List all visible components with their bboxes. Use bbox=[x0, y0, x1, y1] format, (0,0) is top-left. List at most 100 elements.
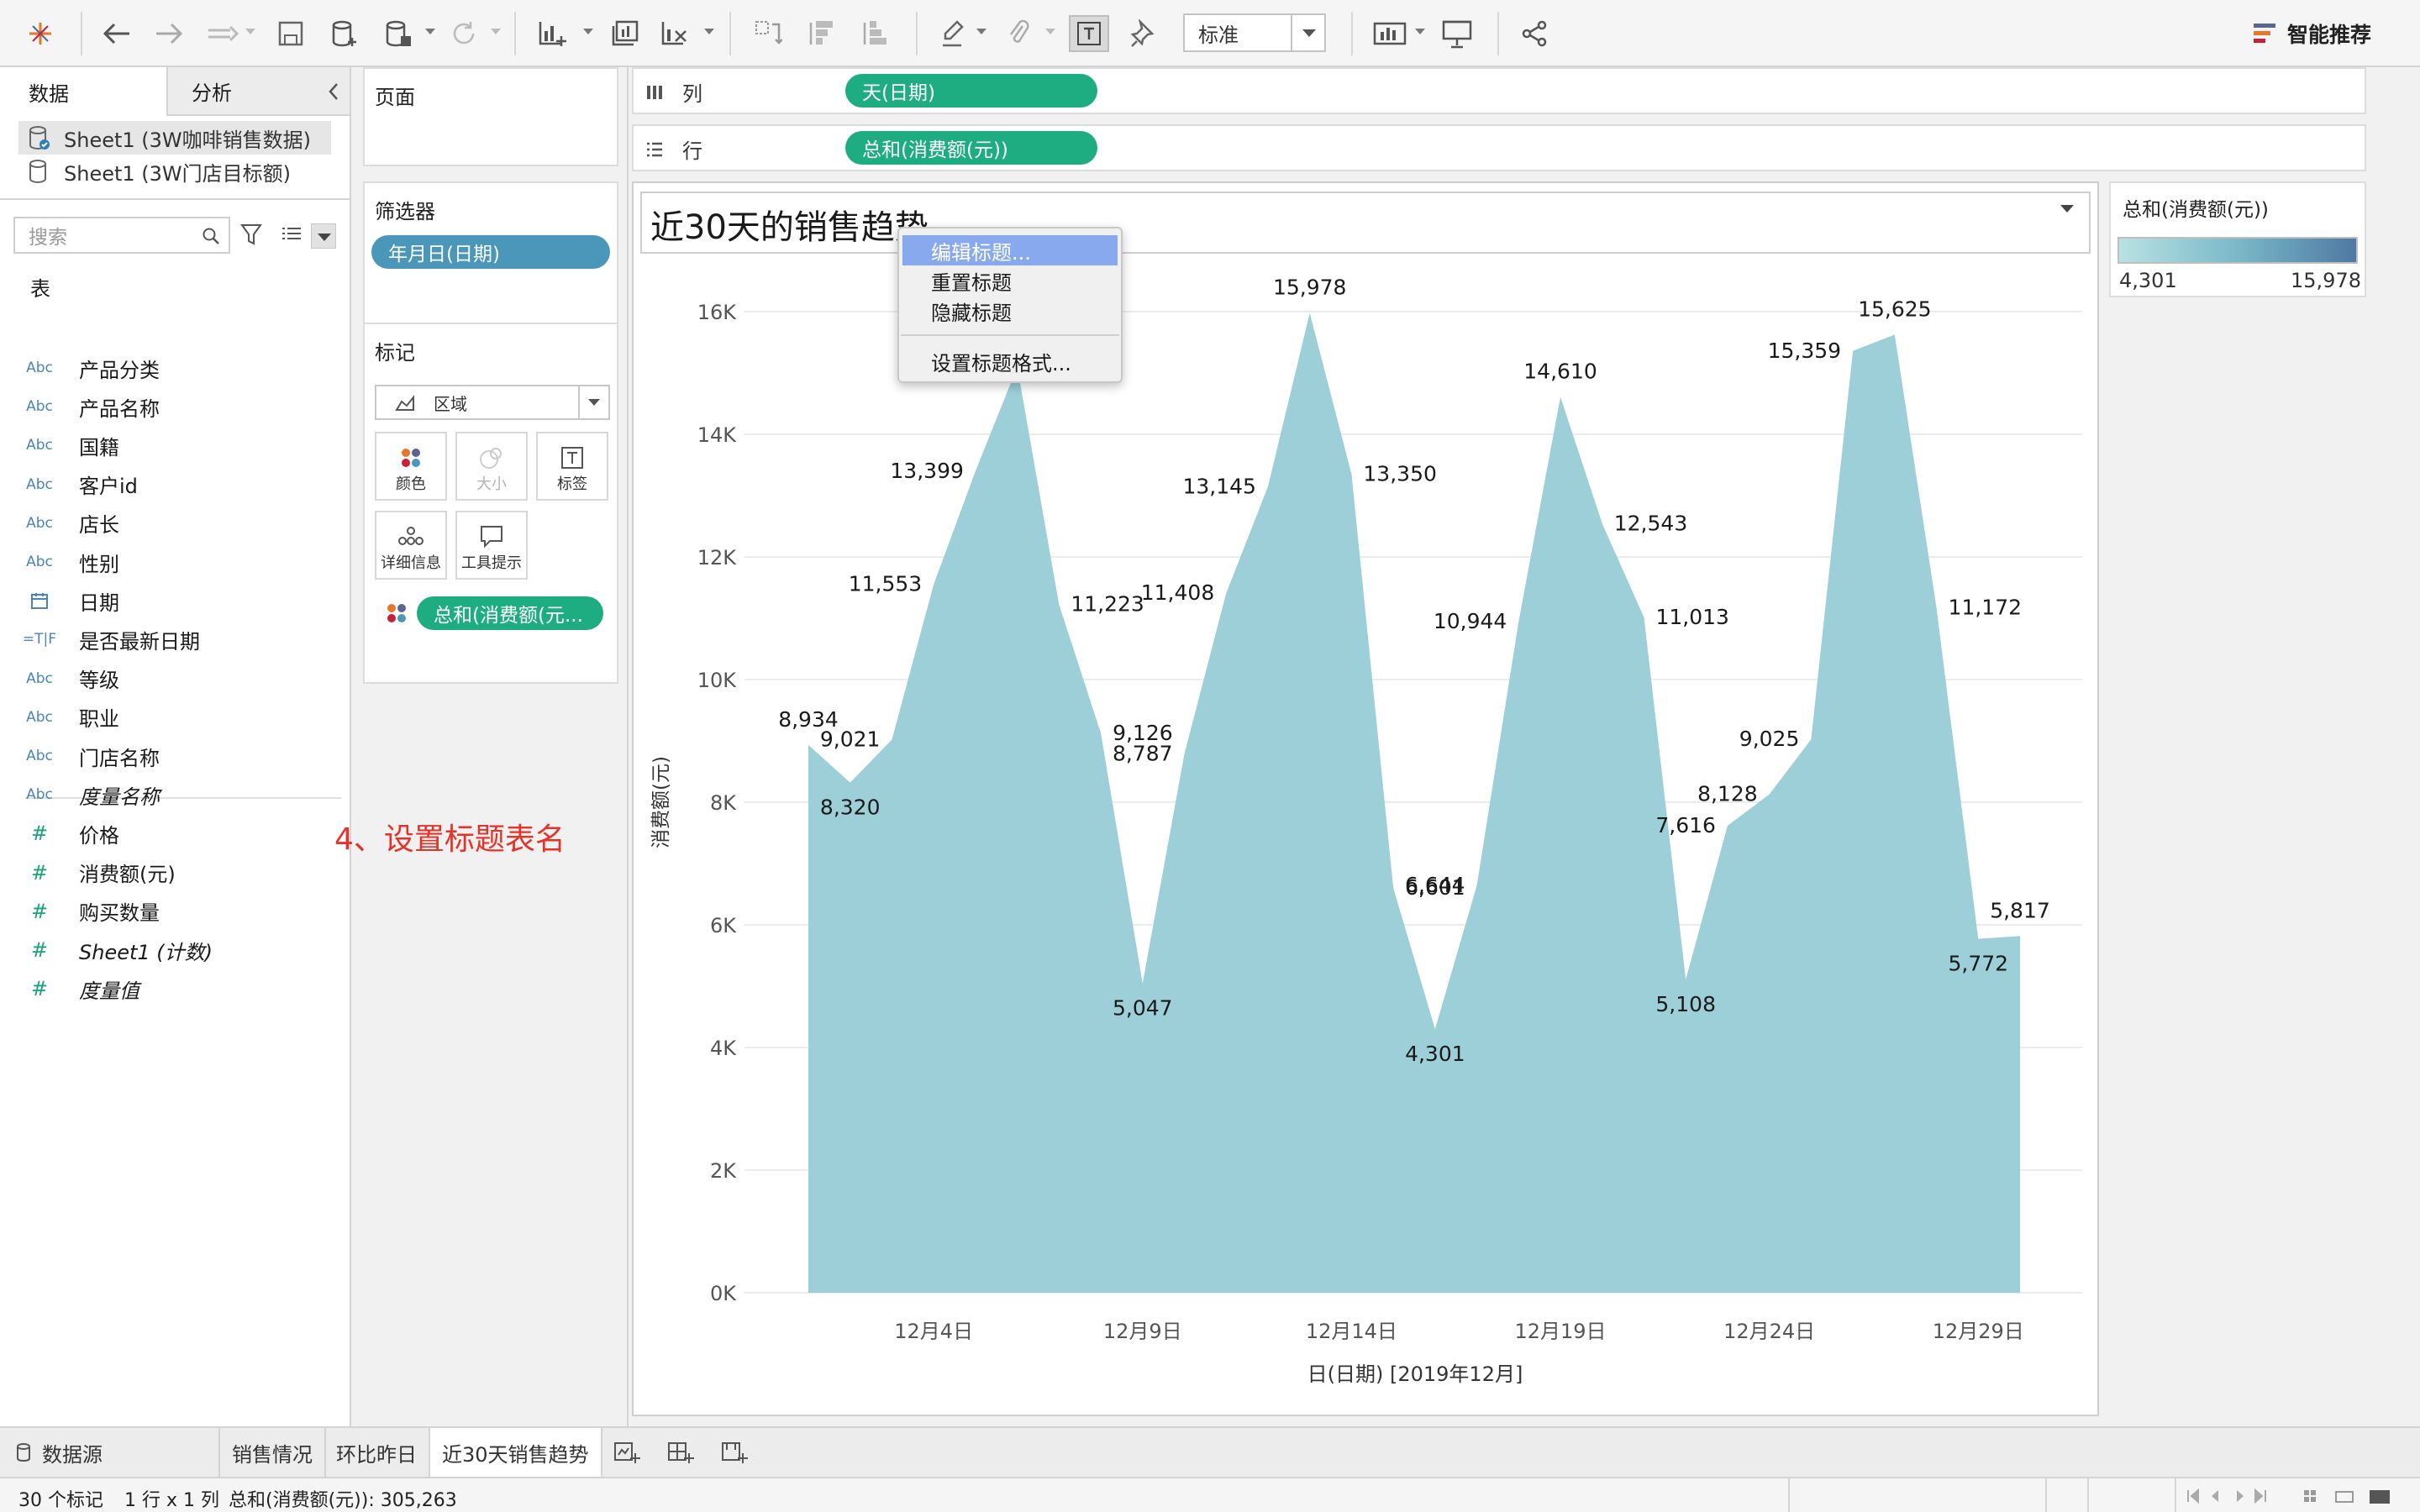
color-measure-pill[interactable]: 总和(消费额(元... bbox=[417, 596, 603, 630]
menu-item-hide-title[interactable]: 隐藏标题 bbox=[902, 296, 1118, 326]
dimension-field[interactable]: Abc 门店名称 bbox=[0, 739, 345, 773]
chevron-down-icon[interactable] bbox=[245, 29, 255, 34]
filter-pill[interactable]: 年月日(日期) bbox=[371, 235, 610, 269]
datasource-item-store-target[interactable]: Sheet1 (3W门店目标额) bbox=[18, 155, 331, 188]
mark-type-select[interactable]: 区域 bbox=[375, 385, 610, 420]
columns-pill[interactable]: 天(日期) bbox=[845, 74, 1097, 108]
group-members-icon[interactable] bbox=[1000, 15, 1037, 52]
new-worksheet-tab-icon[interactable] bbox=[613, 1440, 640, 1468]
measure-field[interactable]: # 购买数量 bbox=[0, 895, 345, 928]
new-dashboard-tab-icon[interactable] bbox=[667, 1440, 694, 1468]
measure-field[interactable]: # 消费额(元) bbox=[0, 856, 345, 890]
sheet-nav-first-icon[interactable] bbox=[2185, 1488, 2269, 1507]
chevron-down-icon[interactable] bbox=[491, 29, 501, 34]
data-label: 11,553 bbox=[849, 572, 922, 596]
rows-pill[interactable]: 总和(消费额(元)) bbox=[845, 131, 1097, 165]
viz-title[interactable]: 近30天的销售趋势 bbox=[650, 200, 929, 249]
tab-sales[interactable]: 销售情况 bbox=[220, 1428, 326, 1477]
dimension-field[interactable]: Abc 性别 bbox=[0, 545, 345, 579]
new-story-tab-icon[interactable] bbox=[721, 1440, 748, 1468]
dimension-field[interactable]: 日期 bbox=[0, 584, 345, 617]
rows-shelf-label: 行 bbox=[682, 139, 702, 163]
chevron-down-icon[interactable] bbox=[2060, 205, 2074, 213]
new-datasource-icon[interactable] bbox=[326, 15, 363, 52]
dimension-field[interactable]: Abc 等级 bbox=[0, 662, 345, 696]
dimension-field[interactable]: Abc 国籍 bbox=[0, 428, 345, 462]
dimension-field[interactable]: =T|F 是否最新日期 bbox=[0, 622, 345, 656]
new-worksheet-icon[interactable] bbox=[534, 15, 571, 52]
tab-analysis[interactable]: 分析 bbox=[168, 67, 350, 116]
y-tick-label: 6K bbox=[710, 914, 737, 937]
search-input[interactable]: 搜索 bbox=[13, 217, 230, 254]
chevron-down-icon[interactable] bbox=[704, 29, 714, 34]
field-label: 职业 bbox=[79, 707, 119, 732]
view-options-dropdown[interactable] bbox=[311, 223, 336, 249]
sort-descending-icon[interactable] bbox=[857, 15, 894, 52]
datasource-item-coffee-sales[interactable]: Sheet1 (3W咖啡销售数据) bbox=[18, 121, 331, 155]
chevron-down-icon[interactable] bbox=[1291, 15, 1324, 50]
chevron-down-icon[interactable] bbox=[425, 29, 435, 34]
data-label: 7,616 bbox=[1655, 813, 1716, 837]
undo-icon[interactable] bbox=[97, 15, 134, 52]
redo-icon[interactable] bbox=[151, 15, 188, 52]
chevron-down-icon[interactable] bbox=[578, 386, 608, 418]
smart-recommend-button[interactable]: 智能推荐 bbox=[2252, 15, 2371, 52]
share-icon[interactable] bbox=[1516, 15, 1553, 52]
detail-button[interactable]: 详细信息 bbox=[375, 511, 447, 580]
show-labels-icon[interactable] bbox=[1069, 15, 1109, 52]
tab-30day-trend[interactable]: 近30天销售趋势 bbox=[429, 1428, 602, 1477]
replay-icon[interactable] bbox=[205, 15, 242, 52]
columns-shelf[interactable]: 列 天(日期) bbox=[632, 67, 2366, 114]
field-label: 度量名称 bbox=[79, 785, 160, 809]
fit-select[interactable]: 标准 bbox=[1183, 13, 1326, 52]
tooltip-button[interactable]: 工具提示 bbox=[455, 511, 528, 580]
measure-icon: # bbox=[30, 938, 49, 962]
data-label: 6,644 bbox=[1405, 873, 1465, 897]
dimension-field[interactable]: Abc 产品名称 bbox=[0, 390, 345, 423]
dimension-field[interactable]: Abc 客户id bbox=[0, 468, 345, 501]
measure-field[interactable]: # 度量值 bbox=[0, 972, 345, 1005]
tab-datasource[interactable]: 数据源 bbox=[0, 1428, 220, 1477]
view-mode-icons[interactable] bbox=[2302, 1488, 2403, 1509]
dimension-field[interactable]: Abc 店长 bbox=[0, 507, 345, 540]
filter-icon[interactable] bbox=[240, 223, 262, 250]
view-list-icon[interactable] bbox=[281, 225, 302, 249]
dimension-field[interactable]: Abc 度量名称 bbox=[0, 778, 345, 811]
chevron-down-icon[interactable] bbox=[583, 29, 593, 34]
data-label: 5,817 bbox=[1990, 898, 2050, 922]
pages-card[interactable]: 页面 bbox=[363, 67, 618, 166]
duplicate-sheet-icon[interactable] bbox=[607, 15, 644, 52]
tab-data[interactable]: 数据 bbox=[0, 67, 168, 116]
menu-item-edit-title[interactable]: 编辑标题... bbox=[902, 235, 1118, 265]
save-icon[interactable] bbox=[272, 15, 309, 52]
size-button[interactable]: 大小 bbox=[455, 432, 528, 501]
swap-icon[interactable] bbox=[750, 15, 786, 52]
menu-item-reset-title[interactable]: 重置标题 bbox=[902, 265, 1118, 296]
clear-sheet-icon[interactable] bbox=[657, 15, 694, 52]
color-button-label: 颜色 bbox=[396, 475, 426, 493]
dimension-field[interactable]: Abc 职业 bbox=[0, 701, 345, 734]
pause-datasource-icon[interactable] bbox=[380, 15, 417, 52]
rows-shelf[interactable]: 行 总和(消费额(元)) bbox=[632, 124, 2366, 171]
label-button[interactable]: 标签 bbox=[536, 432, 608, 501]
y-tick-label: 14K bbox=[697, 423, 738, 447]
tableau-logo-icon[interactable] bbox=[22, 15, 59, 52]
highlight-icon[interactable] bbox=[934, 15, 971, 52]
tab-dod[interactable]: 环比昨日 bbox=[324, 1428, 430, 1477]
measure-field[interactable]: # Sheet1 (计数) bbox=[0, 933, 345, 967]
collapse-pane-icon[interactable] bbox=[328, 82, 339, 104]
pin-icon[interactable] bbox=[1124, 15, 1161, 52]
show-me-chart-icon[interactable] bbox=[1370, 15, 1410, 52]
y-axis-ticks: 0K 2K 4K 6K 8K 10K 12K 14K 16K bbox=[697, 301, 738, 1305]
presentation-icon[interactable] bbox=[1437, 15, 1477, 52]
menu-item-format-title[interactable]: 设置标题格式... bbox=[902, 346, 1118, 376]
chevron-down-icon[interactable] bbox=[1045, 29, 1055, 34]
sort-ascending-icon[interactable] bbox=[803, 15, 840, 52]
dimension-field[interactable]: Abc 产品分类 bbox=[0, 351, 345, 385]
measure-field[interactable]: # 价格 bbox=[0, 816, 345, 850]
chevron-down-icon[interactable] bbox=[976, 29, 986, 34]
color-button[interactable]: 颜色 bbox=[375, 432, 447, 501]
y-tick-label: 4K bbox=[710, 1037, 737, 1060]
refresh-icon[interactable] bbox=[445, 15, 482, 52]
chevron-down-icon[interactable] bbox=[1415, 29, 1425, 34]
